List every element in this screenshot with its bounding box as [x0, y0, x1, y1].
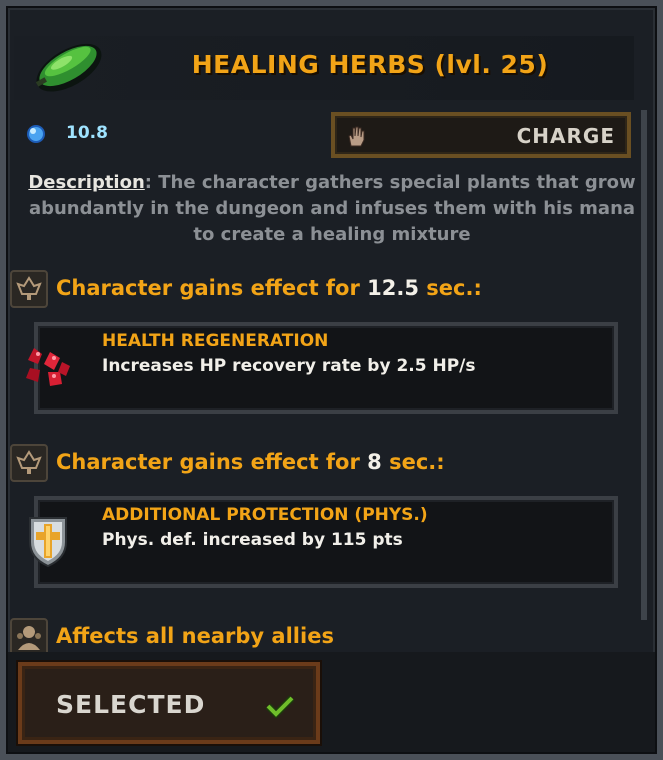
shield-cross-icon: [20, 512, 80, 572]
effect-card-health-regeneration: HEALTH REGENERATION Increases HP recover…: [34, 322, 618, 414]
description-label: Description: [28, 172, 145, 193]
effect-heading-1: Character gains effect for 12.5 sec.:: [10, 270, 610, 310]
area-text: Affects all nearby allies: [56, 624, 334, 648]
hand-icon: [345, 124, 369, 148]
red-crystals-icon: [18, 338, 78, 398]
effect-title: HEALTH REGENERATION: [102, 331, 329, 351]
charge-button[interactable]: CHARGE: [331, 112, 631, 158]
effect-title: ADDITIONAL PROTECTION (PHYS.): [102, 505, 428, 525]
effect-rune-icon: [10, 444, 48, 482]
skill-title: HEALING HERBS (lvl. 25): [191, 50, 549, 79]
mana-orb-icon: [26, 124, 46, 144]
charge-label: CHARGE: [516, 124, 615, 148]
effect-heading-text: Character gains effect for 8 sec.:: [56, 450, 445, 474]
check-icon: [265, 694, 295, 719]
effect-description: Phys. def. increased by 115 pts: [102, 530, 403, 550]
effect-heading-text: Character gains effect for 12.5 sec.:: [56, 276, 482, 300]
skill-description: Description: The character gathers speci…: [16, 170, 648, 248]
scrollbar[interactable]: [641, 110, 647, 620]
mana-cost: 10.8: [66, 123, 108, 143]
green-leaf-icon: [28, 30, 108, 102]
effect-duration: 8: [367, 450, 382, 474]
selected-button[interactable]: SELECTED: [18, 662, 320, 744]
effect-description: Increases HP recovery rate by 2.5 HP/s: [102, 356, 476, 376]
effect-duration: 12.5: [367, 276, 419, 300]
allies-icon: [10, 618, 48, 656]
effect-card-additional-protection: ADDITIONAL PROTECTION (PHYS.) Phys. def.…: [34, 496, 618, 588]
selected-label: SELECTED: [56, 690, 206, 719]
effect-rune-icon: [10, 270, 48, 308]
effect-heading-2: Character gains effect for 8 sec.:: [10, 444, 610, 484]
